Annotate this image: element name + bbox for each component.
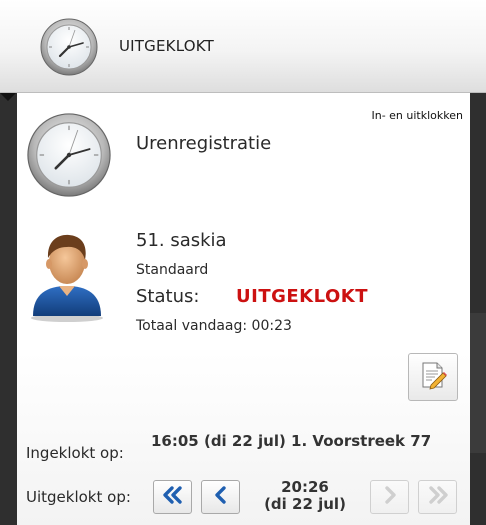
next-entry-button[interactable] [370, 480, 409, 514]
clock-icon [39, 17, 99, 81]
clocked-out-time: 20:26 [281, 478, 329, 496]
section-heading: Urenregistratie [136, 133, 272, 154]
clocked-in-value: 16:05 (di 22 jul) 1. Voorstreek 77 [151, 432, 432, 450]
last-entry-button[interactable] [418, 480, 457, 514]
clocked-out-date: (di 22 jul) [264, 495, 346, 513]
left-edge [0, 93, 17, 525]
clocked-in-label: Ingeklokt op: [26, 444, 124, 462]
edit-note-button[interactable] [408, 353, 458, 401]
panel-hint: In- en uitklokken [371, 109, 463, 122]
page-title: UITGEKLOKT [119, 37, 214, 55]
user-name: 51. saskia [136, 230, 227, 251]
notch-marker [0, 93, 16, 101]
chevron-right-icon [378, 485, 402, 509]
first-entry-button[interactable] [153, 480, 192, 514]
chevron-left-icon [209, 485, 233, 509]
clocked-out-value: 20:26 (di 22 jul) [253, 479, 357, 513]
double-chevron-right-icon [426, 485, 450, 509]
schedule-name: Standaard [136, 262, 209, 278]
status-value: UITGEKLOKT [236, 286, 368, 307]
clock-icon [25, 111, 113, 203]
double-chevron-left-icon [161, 485, 185, 509]
edge-stripe [470, 313, 486, 453]
status-label: Status: [136, 286, 200, 307]
edit-note-icon [418, 360, 448, 394]
user-avatar-icon [27, 224, 107, 328]
clocked-out-label: Uitgeklokt op: [26, 488, 131, 506]
previous-entry-button[interactable] [201, 480, 240, 514]
total-today: Totaal vandaag: 00:23 [136, 318, 292, 334]
right-edge [470, 93, 486, 525]
top-bar: UITGEKLOKT [0, 0, 486, 93]
clock-panel: In- en uitklokken Urenregistratie 51. sa… [17, 93, 470, 525]
